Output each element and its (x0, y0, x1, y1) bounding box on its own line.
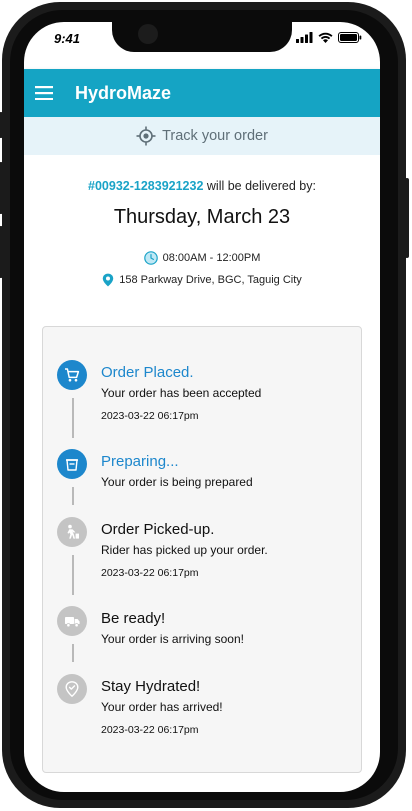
volume-down-button (0, 226, 3, 278)
order-summary-line: #00932-1283921232 will be delivered by: (24, 179, 380, 193)
signal-icon (296, 32, 313, 43)
step-title: Order Placed. (101, 364, 194, 381)
track-order-label: Track your order (162, 128, 268, 144)
truck-icon (57, 606, 87, 636)
notch (112, 22, 292, 52)
timeline-connector (72, 398, 74, 438)
address-text: 158 Parkway Drive, BGC, Taguig City (119, 274, 302, 286)
step-timestamp: 2023-03-22 06:17pm (101, 567, 199, 579)
cart-icon (57, 360, 87, 390)
order-id[interactable]: #00932-1283921232 (88, 179, 203, 193)
screen: 9:41 HydroMaze Track your order #00932-1… (24, 22, 380, 792)
location-pin-icon (103, 273, 114, 287)
step-title: Stay Hydrated! (101, 678, 201, 695)
timeline-connector (72, 487, 74, 505)
battery-icon (338, 32, 362, 43)
step-timestamp: 2023-03-22 06:17pm (101, 410, 199, 422)
volume-up-button (0, 162, 3, 214)
status-time: 9:41 (54, 31, 81, 46)
timeline-connector (72, 644, 74, 662)
step-description: Your order has arrived! (101, 700, 223, 714)
step-description: Your order is arriving soon! (101, 632, 244, 646)
delivery-address: 158 Parkway Drive, BGC, Taguig City (24, 273, 380, 287)
app-title: HydroMaze (75, 82, 172, 103)
step-timestamp: 2023-03-22 06:17pm (101, 724, 199, 736)
mute-switch (0, 112, 3, 138)
location-check-icon (57, 674, 87, 704)
app-bar: HydroMaze (24, 69, 380, 117)
timeline-connector (72, 555, 74, 595)
menu-icon[interactable] (30, 79, 58, 107)
time-window-text: 08:00AM - 12:00PM (162, 252, 261, 264)
power-button (405, 178, 409, 258)
crosshair-icon (136, 126, 156, 146)
delivery-time-window: 08:00AM - 12:00PM (24, 251, 380, 265)
camera (138, 24, 158, 44)
step-title: Order Picked-up. (101, 521, 215, 538)
step-description: Your order has been accepted (101, 386, 262, 400)
step-description: Rider has picked up your order. (101, 543, 268, 557)
step-description: Your order is being prepared (101, 475, 253, 489)
order-timeline-card: Order Placed. Your order has been accept… (42, 326, 362, 773)
step-title: Preparing... (101, 453, 179, 470)
delivery-date: Thursday, March 23 (113, 206, 291, 228)
wifi-icon (318, 32, 333, 43)
rider-icon (57, 517, 87, 547)
phone-frame: 9:41 HydroMaze Track your order #00932-1… (0, 2, 409, 808)
step-title: Be ready! (101, 610, 166, 627)
delivered-by-text: will be delivered by: (203, 179, 316, 193)
track-order-bar[interactable]: Track your order (24, 117, 380, 155)
status-icons (296, 32, 362, 43)
status-bar: 9:41 (24, 22, 380, 66)
box-icon (57, 449, 87, 479)
clock-icon (143, 251, 158, 265)
